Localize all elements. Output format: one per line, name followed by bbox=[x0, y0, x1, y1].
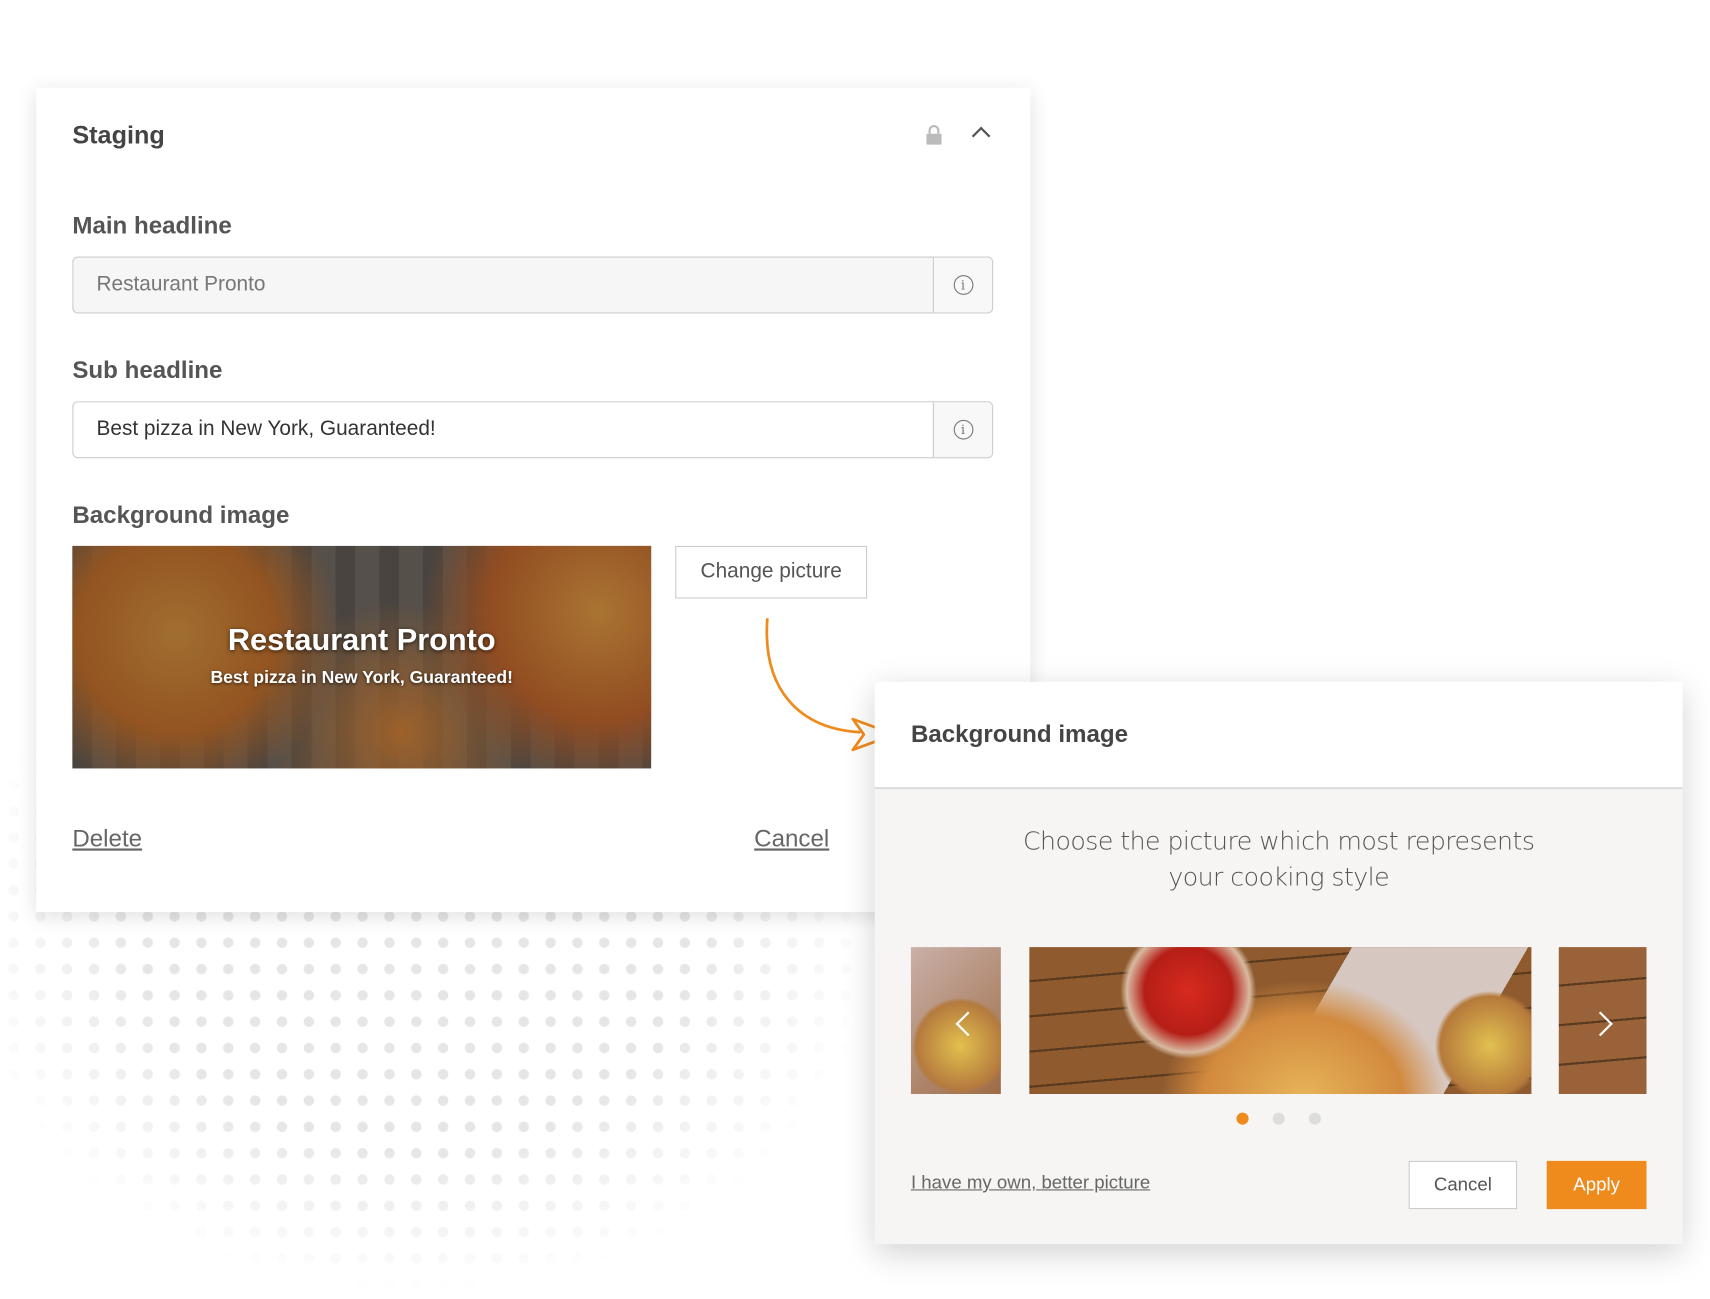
cancel-link[interactable]: Cancel bbox=[754, 824, 829, 853]
main-headline-label: Main headline bbox=[72, 211, 232, 239]
sub-headline-field[interactable]: Best pizza in New York, Guaranteed! i bbox=[72, 401, 994, 459]
main-headline-info-button[interactable]: i bbox=[932, 257, 993, 313]
description-line: Choose the picture which most represents bbox=[1022, 827, 1535, 857]
main-headline-field[interactable]: Restaurant Pronto i bbox=[72, 256, 994, 314]
carousel-active-slide[interactable] bbox=[1029, 947, 1532, 1095]
chevron-right-icon[interactable] bbox=[1588, 1011, 1613, 1037]
modal-cancel-button[interactable]: Cancel bbox=[1408, 1160, 1518, 1210]
preview-subtitle: Best pizza in New York, Guaranteed! bbox=[210, 668, 513, 688]
preview-title: Restaurant Pronto bbox=[227, 622, 496, 657]
modal-description: Choose the picture which most represents… bbox=[875, 824, 1683, 896]
card-title: Staging bbox=[72, 120, 165, 150]
background-image-label: Background image bbox=[72, 500, 290, 529]
main-headline-value[interactable]: Restaurant Pronto bbox=[73, 258, 932, 313]
sub-headline-info-button[interactable]: i bbox=[932, 402, 993, 458]
sub-headline-label: Sub headline bbox=[72, 356, 223, 384]
carousel-prev-slide[interactable] bbox=[910, 947, 1001, 1095]
carousel-dot-2[interactable] bbox=[1272, 1112, 1285, 1125]
info-icon: i bbox=[953, 275, 973, 295]
chevron-up-icon[interactable] bbox=[971, 126, 991, 146]
carousel-dot-3[interactable] bbox=[1308, 1112, 1321, 1125]
delete-link[interactable]: Delete bbox=[72, 824, 142, 853]
apply-button[interactable]: Apply bbox=[1546, 1160, 1647, 1210]
description-line: your cooking style bbox=[1168, 863, 1390, 893]
sub-headline-value[interactable]: Best pizza in New York, Guaranteed! bbox=[73, 402, 932, 457]
lock-icon[interactable] bbox=[926, 124, 942, 145]
carousel-next-slide[interactable] bbox=[1558, 947, 1647, 1095]
chevron-left-icon[interactable] bbox=[955, 1011, 981, 1037]
change-picture-button[interactable]: Change picture bbox=[675, 545, 868, 599]
modal-title: Background image bbox=[910, 720, 1129, 748]
info-icon: i bbox=[953, 419, 973, 440]
background-image-preview: Restaurant Pronto Best pizza in New York… bbox=[72, 545, 652, 769]
background-image-modal: Background image Choose the picture whic… bbox=[874, 681, 1683, 1245]
own-picture-link[interactable]: I have my own, better picture bbox=[911, 1172, 1150, 1194]
carousel-dot-1[interactable] bbox=[1236, 1112, 1249, 1125]
